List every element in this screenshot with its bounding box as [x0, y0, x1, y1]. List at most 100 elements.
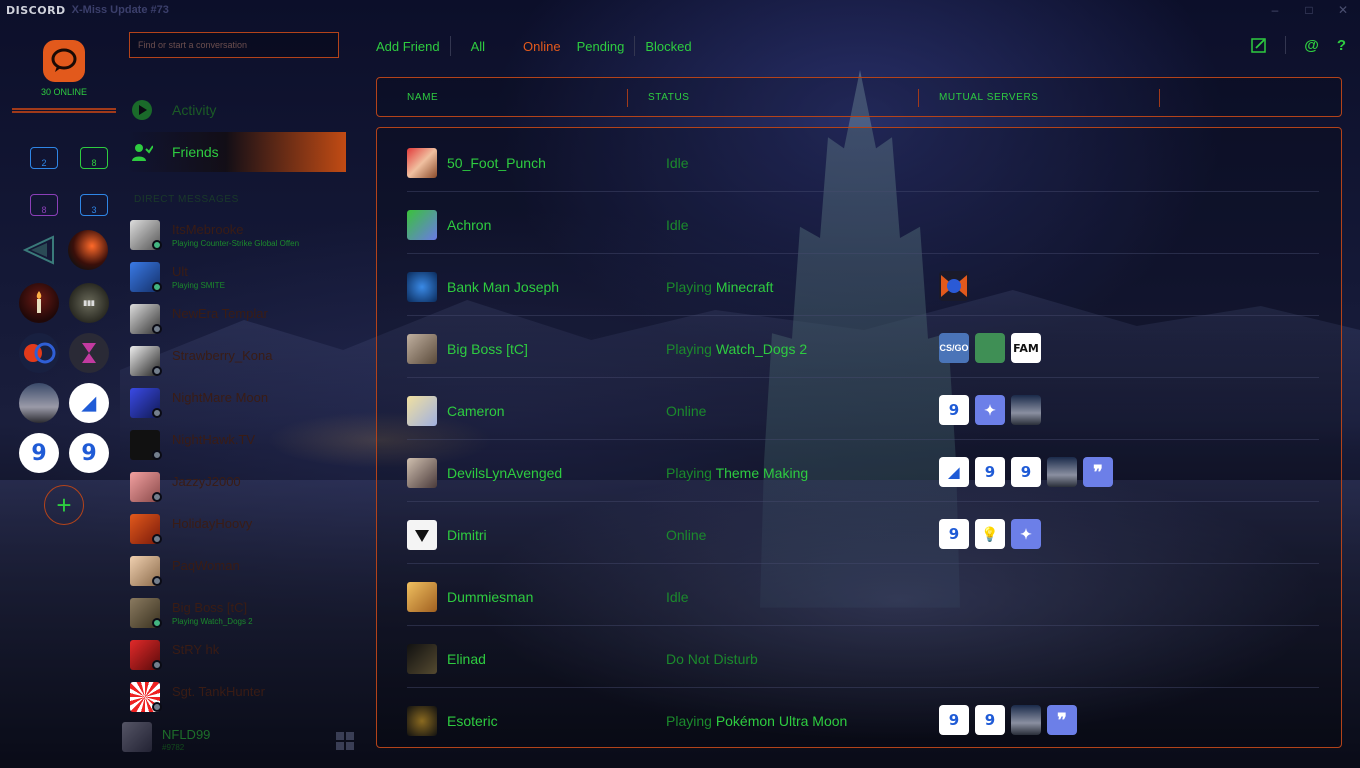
- home-button[interactable]: [43, 40, 85, 82]
- friend-row[interactable]: Dimitri Online 9 💡 ✦: [407, 502, 1319, 564]
- mutual-server-icon[interactable]: [939, 271, 969, 301]
- hourglass-icon: [82, 343, 96, 363]
- mentions-icon[interactable]: @: [1304, 37, 1319, 54]
- mutual-server-icon[interactable]: CS/GO: [939, 333, 969, 363]
- mutual-server-icon[interactable]: 9: [939, 705, 969, 735]
- dm-name: Strawberry_Kona: [172, 348, 273, 363]
- server-icon[interactable]: [68, 230, 108, 270]
- mutual-server-icon[interactable]: ◢: [939, 457, 969, 487]
- dm-name: NightMare Moon: [172, 390, 269, 405]
- friend-row[interactable]: Esoteric Playing Pokémon Ultra Moon 9 9 ❞: [407, 688, 1319, 747]
- friend-row[interactable]: DevilsLynAvenged Playing Theme Making ◢ 9 9 ❞: [407, 440, 1319, 502]
- search-input[interactable]: [130, 33, 338, 57]
- friend-row[interactable]: Elinad Do Not Disturb: [407, 626, 1319, 688]
- server-icon[interactable]: [69, 333, 109, 373]
- nav-friends[interactable]: Friends: [128, 132, 346, 172]
- mutual-server-icon[interactable]: 💡: [975, 519, 1005, 549]
- column-mutual-servers[interactable]: MUTUAL SERVERS: [939, 92, 1039, 103]
- avatar: [407, 272, 437, 302]
- friend-row[interactable]: Achron Idle: [407, 192, 1319, 254]
- help-icon[interactable]: ?: [1337, 37, 1346, 54]
- plus-icon: +: [56, 489, 72, 520]
- dm-item[interactable]: NightHawk.TV: [130, 428, 350, 464]
- mutual-server-icon[interactable]: 9: [939, 395, 969, 425]
- dm-item[interactable]: Sgt. TankHunter: [130, 680, 350, 716]
- dm-name: JazzyJ2000: [172, 474, 241, 489]
- dm-item[interactable]: PaqWoman: [130, 554, 350, 590]
- tab-pending[interactable]: Pending: [577, 39, 625, 54]
- server-folder[interactable]: 8: [74, 138, 114, 178]
- mutual-server-icon[interactable]: ✦: [1011, 519, 1041, 549]
- friend-row[interactable]: Big Boss [tC] Playing Watch_Dogs 2 CS/GO FA…: [407, 316, 1319, 378]
- dm-item[interactable]: Strawberry_Kona: [130, 344, 350, 380]
- mutual-server-icon[interactable]: 9: [975, 705, 1005, 735]
- user-avatar[interactable]: [122, 722, 152, 752]
- server-icon[interactable]: 9: [69, 433, 109, 473]
- column-name[interactable]: NAME: [407, 92, 438, 103]
- minimize-button[interactable]: –: [1258, 0, 1292, 20]
- dm-item[interactable]: HolidayHoovy: [130, 512, 350, 548]
- search-box[interactable]: [129, 32, 339, 58]
- friend-row[interactable]: Dummiesman Idle: [407, 564, 1319, 626]
- server-folder[interactable]: 3: [74, 185, 114, 225]
- friend-status: Playing Theme Making: [666, 465, 808, 481]
- dm-item[interactable]: Ult Playing SMITE: [130, 260, 350, 296]
- tab-add-friend[interactable]: Add Friend: [376, 39, 440, 54]
- guild-separator: [12, 108, 116, 113]
- status-dot: [152, 282, 162, 292]
- server-icon[interactable]: [19, 383, 59, 423]
- mutual-server-icon[interactable]: [1047, 457, 1077, 487]
- nav-activity[interactable]: Activity: [128, 90, 346, 130]
- server-icon[interactable]: [20, 230, 60, 270]
- tab-online[interactable]: Online: [523, 39, 561, 54]
- tab-blocked[interactable]: Blocked: [645, 39, 691, 54]
- server-icon[interactable]: 9: [19, 433, 59, 473]
- mutual-server-icon[interactable]: FAM: [1011, 333, 1041, 363]
- dm-item[interactable]: NightMare Moon: [130, 386, 350, 422]
- settings-grid-icon[interactable]: [336, 732, 354, 750]
- friend-row[interactable]: 50_Foot_Punch Idle: [407, 130, 1319, 192]
- column-status[interactable]: STATUS: [648, 92, 690, 103]
- mutual-servers: ◢ 9 9 ❞: [939, 457, 1113, 487]
- mutual-server-icon[interactable]: 9: [1011, 457, 1041, 487]
- new-group-dm-icon[interactable]: [1251, 37, 1267, 53]
- add-server-button[interactable]: +: [44, 485, 84, 525]
- dm-item[interactable]: ItsMebrooke Playing Counter-Strike Global…: [130, 218, 350, 254]
- server-icon[interactable]: [19, 283, 59, 323]
- server-folder[interactable]: 2: [24, 138, 64, 178]
- avatar: [407, 458, 437, 488]
- status-prefix: Playing: [666, 341, 716, 357]
- header-toolbar: @ ?: [1251, 36, 1346, 54]
- mutual-server-icon[interactable]: 9: [975, 457, 1005, 487]
- user-name: NFLD99: [162, 727, 211, 742]
- status-text: Online: [666, 403, 707, 419]
- server-icon[interactable]: ▮▮▮: [69, 283, 109, 323]
- close-button[interactable]: ✕: [1326, 0, 1360, 20]
- dm-item[interactable]: Big Boss [tC] Playing Watch_Dogs 2: [130, 596, 350, 632]
- tab-all[interactable]: All: [471, 39, 485, 54]
- friend-name: Bank Man Joseph: [447, 279, 560, 295]
- status-game: Pokémon Ultra Moon: [715, 713, 848, 729]
- friend-name: Dimitri: [447, 527, 487, 543]
- mutual-server-icon[interactable]: ❞: [1047, 705, 1077, 735]
- maximize-button[interactable]: □: [1292, 0, 1326, 20]
- mutual-server-icon[interactable]: ✦: [975, 395, 1005, 425]
- mutual-servers: CS/GO FAM: [939, 333, 1041, 363]
- friend-status: Online: [666, 527, 706, 543]
- friend-status: Idle: [666, 217, 689, 233]
- dm-item[interactable]: JazzyJ2000: [130, 470, 350, 506]
- mutual-server-icon[interactable]: [1011, 705, 1041, 735]
- friends-icon: [131, 141, 153, 163]
- server-icon[interactable]: [19, 333, 59, 373]
- friend-row[interactable]: Cameron Online 9 ✦: [407, 378, 1319, 440]
- friend-row[interactable]: Bank Man Joseph Playing Minecraft: [407, 254, 1319, 316]
- dm-item[interactable]: NewEra Templar: [130, 302, 350, 338]
- server-icon[interactable]: ◢: [69, 383, 109, 423]
- mutual-server-icon[interactable]: [975, 333, 1005, 363]
- server-folder[interactable]: 8: [24, 185, 64, 225]
- mutual-server-icon[interactable]: ❞: [1083, 457, 1113, 487]
- mutual-server-icon[interactable]: 9: [939, 519, 969, 549]
- dm-item[interactable]: StRY hk: [130, 638, 350, 674]
- mutual-server-icon[interactable]: [1011, 395, 1041, 425]
- app-brand: DISCORD: [6, 3, 66, 17]
